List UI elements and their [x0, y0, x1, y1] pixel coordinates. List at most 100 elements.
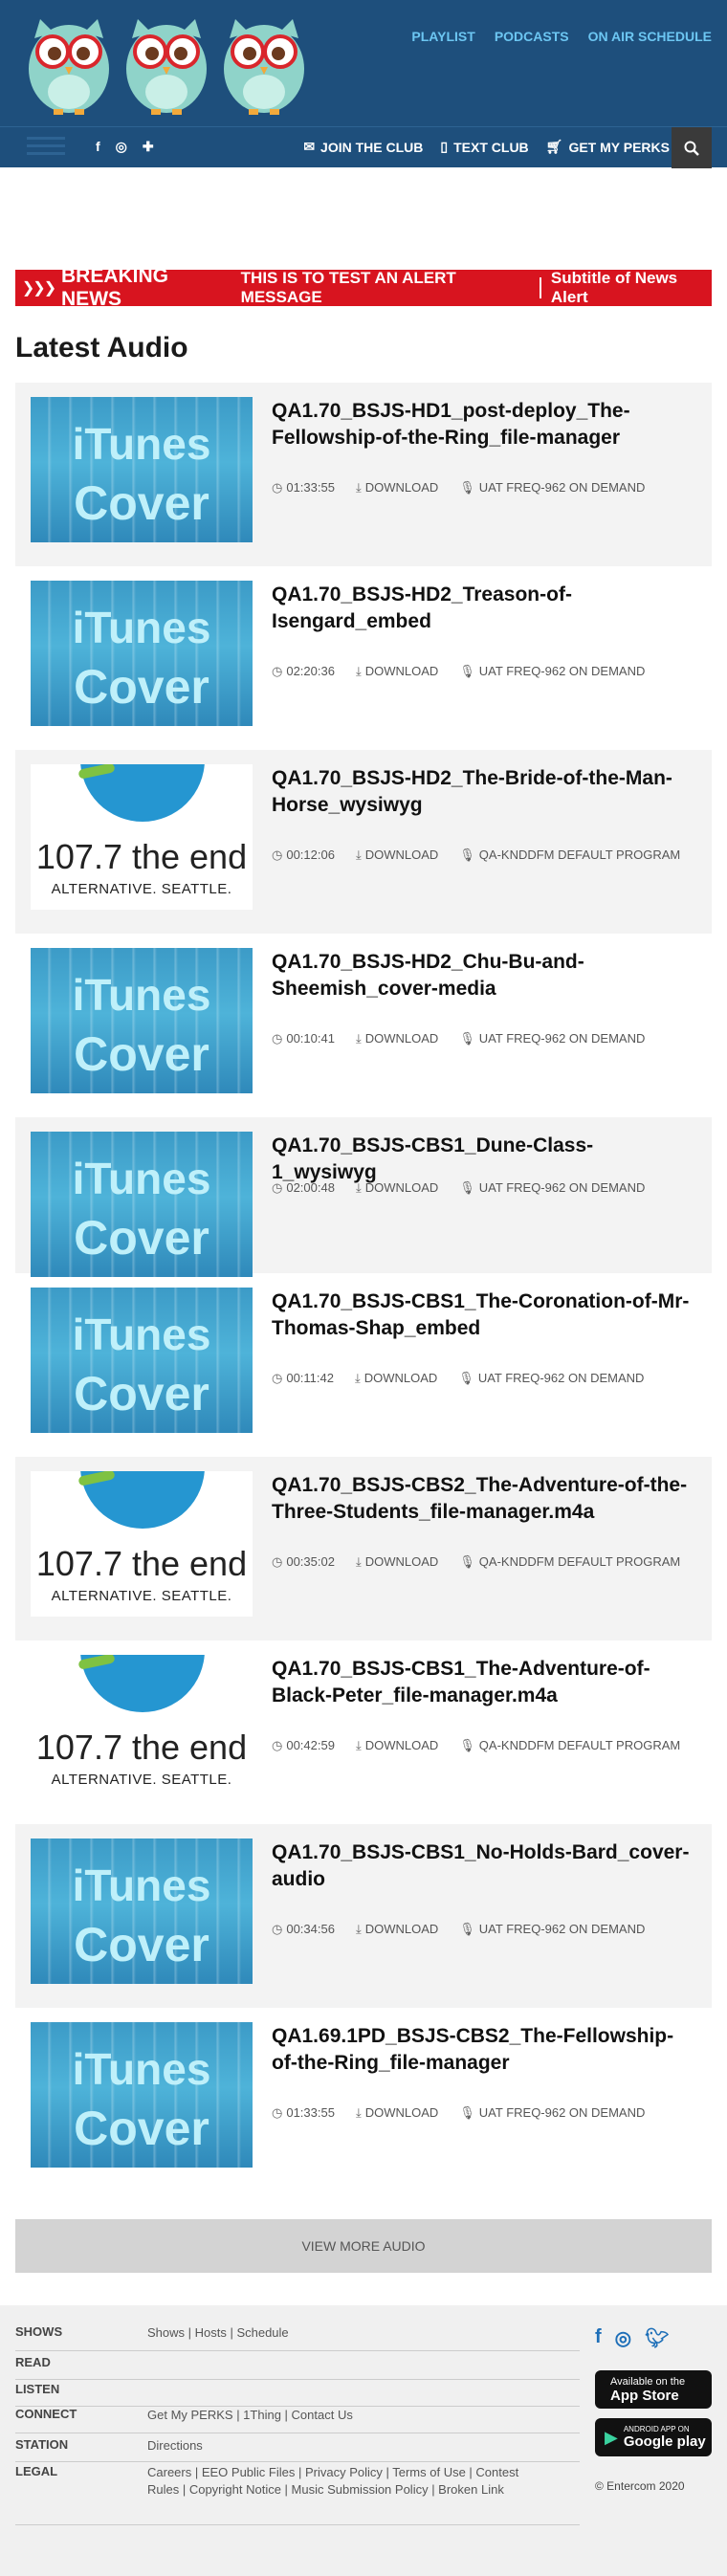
audio-title[interactable]: QA1.70_BSJS-CBS2_The-Adventure-of-the-Th… — [272, 1472, 697, 1526]
program[interactable]: 🎙︎ QA-KNDDFM DEFAULT PROGRAM — [459, 1554, 680, 1570]
duration: ◷ 00:35:02 — [272, 1554, 335, 1569]
footer-row-connect: CONNECT Get My PERKS | 1Thing | Contact U… — [15, 2407, 580, 2433]
audio-title[interactable]: QA1.70_BSJS-CBS1_Dune-Class-1_wysiwyg — [272, 1133, 697, 1186]
footer-row-links[interactable]: Get My PERKS | 1Thing | Contact Us — [147, 2407, 549, 2424]
header-bar: f ◎ ✚ ✉ JOIN THE CLUB ▯ TEXT CLUB 🛒︎ GET MY… — [0, 126, 727, 168]
nav-playlist[interactable]: PLAYLIST — [411, 29, 474, 44]
footer-social: f ◎ 🐦︎ — [595, 2326, 670, 2350]
download-link[interactable]: ⤓ DOWNLOAD — [356, 1738, 438, 1753]
microphone-icon: 🎙︎ — [458, 1371, 474, 1385]
footer-row-label[interactable]: LEGAL — [15, 2464, 57, 2478]
audio-title[interactable]: QA1.70_BSJS-HD1_post-deploy_The-Fellowsh… — [272, 398, 697, 451]
get-my-perks-link[interactable]: 🛒︎ GET MY PERKS — [546, 139, 670, 155]
list-item[interactable]: 107.7 the end ALTERNATIVE. SEATTLE. QA1.70… — [15, 1640, 712, 1824]
search-button[interactable] — [672, 127, 712, 168]
bar-links: ✉ JOIN THE CLUB ▯ TEXT CLUB 🛒︎ GET MY PERKS — [303, 139, 670, 155]
menu-icon[interactable] — [27, 137, 65, 158]
site-header: PLAYLIST PODCASTS ON AIR SCHEDULE f ◎ ✚ … — [0, 0, 727, 168]
download-icon: ⤓ — [355, 664, 362, 678]
station-logo-thumbnail[interactable]: 107.7 the end ALTERNATIVE. SEATTLE. — [31, 1471, 253, 1617]
text-club-link[interactable]: ▯ TEXT CLUB — [440, 139, 528, 155]
facebook-icon[interactable]: f — [96, 139, 100, 155]
program[interactable]: 🎙︎ UAT FREQ-962 ON DEMAND — [459, 2105, 645, 2121]
list-item[interactable]: iTunes Cover QA1.70_BSJS-CBS1_Dune-Class-1… — [15, 1117, 712, 1277]
program[interactable]: 🎙︎ UAT FREQ-962 ON DEMAND — [459, 664, 645, 679]
microphone-icon: 🎙︎ — [459, 1180, 475, 1195]
audio-title[interactable]: QA1.70_BSJS-HD2_Chu-Bu-and-Sheemish_cove… — [272, 949, 697, 1002]
page-title: Latest Audio — [15, 332, 188, 363]
program[interactable]: 🎙︎ UAT FREQ-962 ON DEMAND — [459, 1031, 645, 1046]
breaking-news-banner[interactable]: ❯❯❯ BREAKING NEWS THIS IS TO TEST AN ALE… — [15, 265, 712, 310]
audio-title[interactable]: QA1.69.1PD_BSJS-CBS2_The-Fellowship-of-t… — [272, 2023, 697, 2077]
download-link[interactable]: ⤓ DOWNLOAD — [356, 1554, 438, 1570]
nav-on-air-schedule[interactable]: ON AIR SCHEDULE — [588, 29, 712, 44]
audio-meta: ◷ 00:11:42 ⤓ DOWNLOAD 🎙︎ UAT FREQ-962 ON DEMA… — [272, 1371, 644, 1386]
list-item[interactable]: iTunes Cover QA1.70_BSJS-CBS1_No-Holds-Bar… — [15, 1824, 712, 2008]
itunes-cover-thumbnail[interactable]: iTunes Cover — [31, 1838, 253, 1984]
plus-icon[interactable]: ✚ — [143, 139, 154, 155]
owls-logo[interactable] — [21, 10, 313, 120]
itunes-cover-thumbnail[interactable]: iTunes Cover — [31, 1132, 253, 1277]
microphone-icon: 🎙︎ — [459, 480, 475, 495]
breaking-divider — [539, 277, 541, 298]
footer-row-label[interactable]: SHOWS — [15, 2324, 62, 2339]
program[interactable]: 🎙︎ UAT FREQ-962 ON DEMAND — [459, 480, 645, 495]
audio-title[interactable]: QA1.70_BSJS-HD2_Treason-of-Isengard_embe… — [272, 582, 697, 635]
google-play-badge[interactable]: ▶ ANDROID APP ON Google play — [595, 2418, 712, 2456]
download-link[interactable]: ⤓ DOWNLOAD — [356, 1922, 438, 1937]
list-item[interactable]: 107.7 the end ALTERNATIVE. SEATTLE. QA1.70… — [15, 1457, 712, 1640]
download-link[interactable]: ⤓ DOWNLOAD — [356, 1031, 438, 1046]
itunes-cover-thumbnail[interactable]: iTunes Cover — [31, 2022, 253, 2168]
list-item[interactable]: 107.7 the end ALTERNATIVE. SEATTLE. QA1.70… — [15, 750, 712, 934]
program[interactable]: 🎙︎ UAT FREQ-962 ON DEMAND — [459, 1180, 645, 1196]
footer-row-label[interactable]: LISTEN — [15, 2382, 59, 2396]
clock-icon: ◷ — [272, 664, 283, 678]
instagram-icon[interactable]: ◎ — [615, 2326, 631, 2350]
program[interactable]: 🎙︎ UAT FREQ-962 ON DEMAND — [458, 1371, 644, 1386]
list-item[interactable]: iTunes Cover QA1.70_BSJS-HD1_post-deploy_T… — [15, 383, 712, 566]
footer-row-links[interactable]: Directions — [147, 2437, 549, 2455]
nav-podcasts[interactable]: PODCASTS — [495, 29, 569, 44]
download-link[interactable]: ⤓ DOWNLOAD — [356, 848, 438, 863]
audio-title[interactable]: QA1.70_BSJS-CBS1_The-Coronation-of-Mr-Th… — [272, 1288, 697, 1342]
facebook-icon[interactable]: f — [595, 2326, 602, 2350]
footer-row-shows: SHOWS Shows | Hosts | Schedule — [15, 2324, 580, 2351]
footer-row-label[interactable]: CONNECT — [15, 2407, 77, 2421]
view-more-button[interactable]: VIEW MORE AUDIO — [15, 2219, 712, 2273]
copyright: © Entercom 2020 — [595, 2479, 685, 2493]
program[interactable]: 🎙︎ QA-KNDDFM DEFAULT PROGRAM — [459, 1738, 680, 1753]
itunes-cover-thumbnail[interactable]: iTunes Cover — [31, 948, 253, 1093]
itunes-cover-thumbnail[interactable]: iTunes Cover — [31, 581, 253, 726]
microphone-icon: 🎙︎ — [459, 848, 475, 862]
list-item[interactable]: iTunes Cover QA1.70_BSJS-HD2_Treason-of-Is… — [15, 566, 712, 750]
footer-row-links[interactable]: Shows | Hosts | Schedule — [147, 2324, 549, 2342]
footer-row-links[interactable]: Careers | EEO Public Files | Privacy Pol… — [147, 2464, 549, 2499]
download-link[interactable]: ⤓ DOWNLOAD — [356, 2105, 438, 2121]
download-link[interactable]: ⤓ DOWNLOAD — [356, 1180, 438, 1196]
itunes-cover-thumbnail[interactable]: iTunes Cover — [31, 1288, 253, 1433]
breaking-subtitle: Subtitle of News Alert — [550, 269, 678, 306]
program[interactable]: 🎙︎ QA-KNDDFM DEFAULT PROGRAM — [459, 848, 680, 863]
program[interactable]: 🎙︎ UAT FREQ-962 ON DEMAND — [459, 1922, 645, 1937]
footer-row-label[interactable]: STATION — [15, 2437, 68, 2452]
instagram-icon[interactable]: ◎ — [116, 139, 127, 155]
twitter-icon[interactable]: 🐦︎ — [645, 2326, 669, 2350]
station-logo-thumbnail[interactable]: 107.7 the end ALTERNATIVE. SEATTLE. — [31, 764, 253, 910]
audio-title[interactable]: QA1.70_BSJS-CBS1_No-Holds-Bard_cover-aud… — [272, 1839, 697, 1893]
footer-row-label[interactable]: READ — [15, 2355, 51, 2369]
clock-icon: ◷ — [272, 2105, 283, 2120]
list-item[interactable]: iTunes Cover QA1.69.1PD_BSJS-CBS2_The-Fell… — [15, 2008, 712, 2191]
download-link[interactable]: ⤓ DOWNLOAD — [355, 1371, 437, 1386]
itunes-cover-thumbnail[interactable]: iTunes Cover — [31, 397, 253, 542]
list-item[interactable]: iTunes Cover QA1.70_BSJS-CBS1_The-Coronati… — [15, 1273, 712, 1457]
app-store-badge[interactable]: Available on the App Store — [595, 2370, 712, 2409]
audio-title[interactable]: QA1.70_BSJS-CBS1_The-Adventure-of-Black-… — [272, 1656, 697, 1709]
audio-title[interactable]: QA1.70_BSJS-HD2_The-Bride-of-the-Man-Hor… — [272, 765, 697, 819]
audio-meta: ◷ 00:10:41 ⤓ DOWNLOAD 🎙︎ UAT FREQ-962 ON DEMA… — [272, 1031, 645, 1046]
download-link[interactable]: ⤓ DOWNLOAD — [356, 480, 438, 495]
list-item[interactable]: iTunes Cover QA1.70_BSJS-HD2_Chu-Bu-and-Sh… — [15, 934, 712, 1117]
join-the-club-link[interactable]: ✉ JOIN THE CLUB — [303, 139, 423, 155]
clock-icon: ◷ — [272, 1031, 283, 1046]
station-logo-thumbnail[interactable]: 107.7 the end ALTERNATIVE. SEATTLE. — [31, 1655, 253, 1800]
download-link[interactable]: ⤓ DOWNLOAD — [356, 664, 438, 679]
